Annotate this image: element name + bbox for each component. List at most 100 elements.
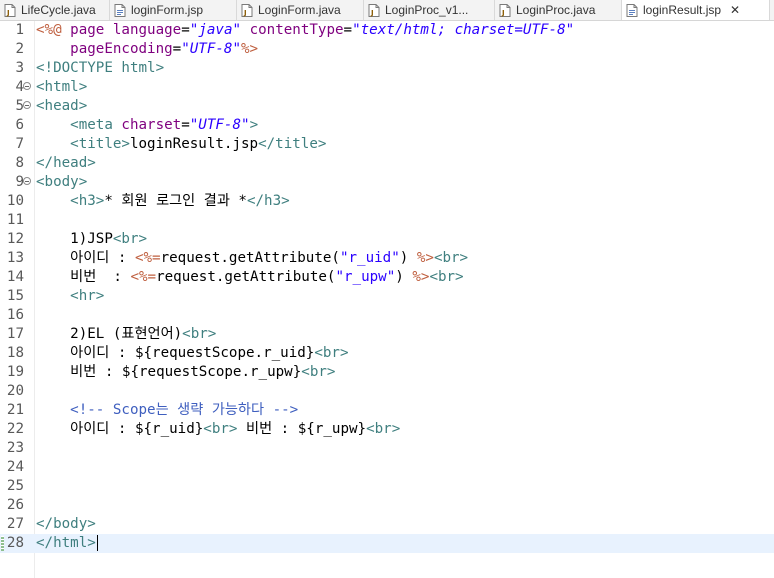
- code-token: =: [343, 22, 353, 38]
- code-line[interactable]: 26: [0, 496, 774, 515]
- code-token: request.getAttribute(: [156, 269, 336, 285]
- code-line[interactable]: 11: [0, 211, 774, 230]
- code-line[interactable]: 21 <!-- Scope는 생략 가능하다 -->: [0, 401, 774, 420]
- tab-loginform-jsp[interactable]: loginForm.jsp: [110, 0, 237, 20]
- code-token: "UTF-8": [189, 117, 250, 133]
- code-text: <h3>* 회원 로그인 결과 *</h3>: [36, 192, 290, 211]
- code-token: </body>: [36, 516, 96, 532]
- code-token: <%@: [36, 22, 71, 38]
- code-token: "java": [189, 22, 242, 38]
- code-token: =: [181, 22, 190, 38]
- line-number: 22: [6, 421, 24, 437]
- close-tab-icon[interactable]: ✕: [729, 3, 741, 17]
- code-line[interactable]: 5 <head>: [0, 97, 774, 116]
- code-token: charset: [121, 117, 182, 133]
- java-file-icon: J: [4, 3, 16, 17]
- code-token: contentType: [249, 22, 344, 38]
- line-number: 23: [6, 440, 24, 456]
- tab-loginform-java[interactable]: J LoginForm.java: [237, 0, 364, 20]
- tab-label: LoginProc_v1...: [385, 3, 469, 17]
- code-token: 아이디 :: [36, 250, 135, 266]
- code-token: <br>: [429, 269, 464, 285]
- tab-label: loginResult.jsp: [643, 3, 722, 17]
- code-line[interactable]: 20: [0, 382, 774, 401]
- fold-toggle-icon[interactable]: [23, 82, 31, 90]
- code-line[interactable]: 14 비번 : <%=request.getAttribute("r_upw")…: [0, 268, 774, 287]
- fold-toggle-icon[interactable]: [23, 101, 31, 109]
- code-token: <br>: [301, 364, 336, 380]
- code-line[interactable]: 7 <title>loginResult.jsp</title>: [0, 135, 774, 154]
- code-token: =: [172, 41, 182, 57]
- code-token: 비번 : ${requestScope.r_upw}: [36, 364, 302, 380]
- code-line[interactable]: 28 </html>: [0, 534, 774, 553]
- code-line[interactable]: 22 아이디 : ${r_uid}<br> 비번 : ${r_upw}<br>: [0, 420, 774, 439]
- code-token: <br>: [203, 421, 238, 437]
- code-token: loginResult.jsp: [129, 136, 259, 152]
- code-token: >: [249, 117, 259, 133]
- code-editor[interactable]: 1 <%@ page language="java" contentType="t…: [0, 21, 774, 578]
- code-token: <body>: [36, 174, 88, 190]
- fold-toggle-icon[interactable]: [23, 177, 31, 185]
- code-line[interactable]: 1 <%@ page language="java" contentType="t…: [0, 21, 774, 40]
- code-token: <meta: [70, 117, 122, 133]
- code-line[interactable]: 19 비번 : ${requestScope.r_upw}<br>: [0, 363, 774, 382]
- code-line[interactable]: 18 아이디 : ${requestScope.r_uid}<br>: [0, 344, 774, 363]
- code-line[interactable]: 16: [0, 306, 774, 325]
- code-token: <head>: [36, 98, 88, 114]
- code-token: </h3>: [246, 193, 290, 209]
- code-token: 아이디 : ${requestScope.r_uid}: [36, 345, 315, 361]
- line-number: 24: [6, 459, 24, 475]
- svg-text:J: J: [6, 9, 10, 17]
- code-line[interactable]: 12 1)JSP<br>: [0, 230, 774, 249]
- code-token: %>: [241, 41, 259, 57]
- text-cursor: [96, 535, 98, 551]
- tab-label: LoginForm.java: [258, 3, 341, 17]
- java-file-icon: J: [499, 3, 511, 17]
- code-token: "text/html; charset=UTF-8": [352, 22, 575, 38]
- line-number: 8: [15, 155, 24, 171]
- code-token: </html>: [36, 535, 96, 551]
- tab-loginresult-jsp[interactable]: loginResult.jsp ✕: [622, 0, 770, 20]
- code-token: </head>: [36, 155, 96, 171]
- jsp-file-icon: [114, 3, 126, 17]
- code-line[interactable]: 9 <body>: [0, 173, 774, 192]
- code-line[interactable]: 4 <html>: [0, 78, 774, 97]
- code-text: <title>loginResult.jsp</title>: [36, 135, 326, 154]
- code-token: ): [395, 269, 413, 285]
- line-number: 17: [6, 326, 24, 342]
- code-line[interactable]: 27 </body>: [0, 515, 774, 534]
- code-token: <!-- Scope는 생략 가능하다 -->: [70, 402, 299, 418]
- code-line[interactable]: 24: [0, 458, 774, 477]
- tab-loginproc-java[interactable]: J LoginProc.java: [495, 0, 622, 20]
- code-token: * 회원 로그인 결과 *: [104, 193, 247, 209]
- line-number: 25: [6, 478, 24, 494]
- line-number: 6: [15, 117, 24, 133]
- code-line[interactable]: 15 <hr>: [0, 287, 774, 306]
- line-number: 15: [6, 288, 24, 304]
- code-line[interactable]: 17 2)EL (표현언어)<br>: [0, 325, 774, 344]
- code-token: 비번 : ${r_upw}: [237, 421, 367, 437]
- code-token: page: [70, 22, 113, 38]
- tab-loginproc-v1[interactable]: J LoginProc_v1...: [364, 0, 495, 20]
- code-token: <!DOCTYPE html>: [36, 60, 165, 76]
- code-line[interactable]: 8 </head>: [0, 154, 774, 173]
- code-token: pageEncoding: [70, 41, 173, 57]
- code-line[interactable]: 10 <h3>* 회원 로그인 결과 *</h3>: [0, 192, 774, 211]
- code-line[interactable]: 25: [0, 477, 774, 496]
- code-line[interactable]: 6 <meta charset="UTF-8">: [0, 116, 774, 135]
- code-text: pageEncoding="UTF-8"%>: [36, 40, 258, 59]
- code-line[interactable]: 13 아이디 : <%=request.getAttribute("r_uid"…: [0, 249, 774, 268]
- code-text: <head>: [36, 97, 87, 116]
- line-number: 13: [6, 250, 24, 266]
- code-line[interactable]: 3 <!DOCTYPE html>: [0, 59, 774, 78]
- code-token: <br>: [112, 231, 148, 247]
- code-line[interactable]: 2 pageEncoding="UTF-8"%>: [0, 40, 774, 59]
- line-number: 5: [15, 98, 24, 114]
- code-text: <!DOCTYPE html>: [36, 59, 164, 78]
- code-text: <meta charset="UTF-8">: [36, 116, 258, 135]
- code-line[interactable]: 23: [0, 439, 774, 458]
- tab-lifecycle-java[interactable]: J LifeCycle.java: [0, 0, 110, 20]
- tab-label: loginForm.jsp: [131, 3, 204, 17]
- line-number: 26: [6, 497, 24, 513]
